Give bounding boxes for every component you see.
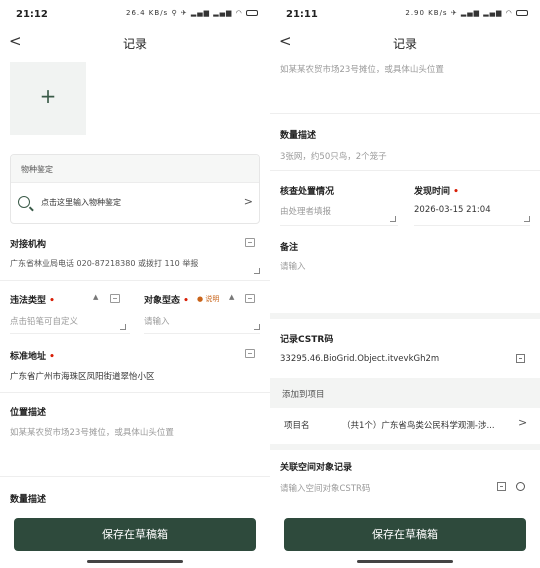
triangle-icon: ▲ — [93, 293, 99, 301]
remark-field[interactable]: 请输入 — [280, 260, 306, 272]
divider — [144, 333, 260, 334]
species-input[interactable]: 点击这里输入物种鉴定 — [41, 197, 121, 208]
divider — [414, 225, 530, 226]
project-header: 添加到项目 — [282, 390, 325, 400]
status-bar: 21:11 2.90 KB/s ✈ ▂▄▆ ▂▄▆ ◠ — [270, 0, 540, 28]
quantity-label: 数量描述 — [10, 495, 47, 505]
check-field[interactable]: 由处理者填报 — [280, 205, 331, 217]
home-indicator — [357, 560, 453, 563]
section-gap — [270, 444, 540, 450]
location-field[interactable]: 如某某农贸市场23号摊位，或具体山头位置 — [280, 63, 444, 75]
spatial-label: 关联空间对象记录 — [280, 463, 353, 473]
species-header: 物种鉴定 — [11, 155, 259, 183]
triangle-icon: ▲ — [229, 293, 235, 301]
edit-icon[interactable] — [245, 294, 255, 303]
found-time-field[interactable]: 2026-03-15 21:04 — [414, 205, 491, 215]
std-address-field[interactable]: 广东省广州市海珠区凤阳街道翠怡小区 — [10, 370, 155, 382]
divider — [280, 225, 398, 226]
edit-icon[interactable] — [110, 294, 120, 303]
note-badge[interactable]: ● 说明 — [197, 294, 219, 304]
location-label: 位置描述 — [10, 408, 47, 418]
agency-field[interactable]: 广东省林业局电话 020-87218380 或拨打 110 举报 — [10, 258, 198, 269]
object-state-field[interactable]: 请输入 — [144, 315, 170, 327]
scan-icon[interactable] — [497, 482, 506, 491]
object-state-label: 对象型态 • — [144, 296, 189, 306]
status-time: 21:11 — [286, 9, 318, 20]
status-icons: 26.4 KB/s ⚲ ✈ ▂▄▆ ▂▄▆ ◠ — [126, 9, 258, 17]
battery-icon — [516, 10, 528, 16]
page-title: 记录 — [122, 37, 147, 51]
project-value[interactable]: （共1个）广东省鸟类公民科学观测-涉... — [342, 419, 495, 431]
save-draft-button[interactable]: 保存在草稿箱 — [284, 518, 526, 551]
resize-handle-icon — [524, 216, 530, 222]
std-address-label: 标准地址 • — [10, 352, 55, 362]
resize-handle-icon — [254, 324, 260, 330]
found-time-label: 发现时间 • — [414, 187, 459, 197]
copy-icon[interactable] — [516, 354, 525, 363]
page-title: 记录 — [392, 37, 417, 51]
species-card: 物种鉴定 点击这里输入物种鉴定 > — [10, 154, 260, 224]
right-screen: 21:11 2.90 KB/s ✈ ▂▄▆ ▂▄▆ ◠ < 记录 如某某农贸市场… — [270, 0, 540, 568]
chevron-right-icon[interactable]: > — [244, 195, 253, 208]
plus-icon: + — [39, 84, 57, 108]
edit-icon[interactable] — [245, 349, 255, 358]
nav-bar: < 记录 — [270, 30, 540, 54]
section-gap — [270, 313, 540, 319]
divider — [270, 113, 540, 114]
project-label: 项目名 — [284, 421, 310, 431]
location-field[interactable]: 如某某农贸市场23号摊位，或具体山头位置 — [10, 426, 174, 438]
save-draft-button[interactable]: 保存在草稿箱 — [14, 518, 256, 551]
resize-handle-icon — [254, 268, 260, 274]
divider — [10, 333, 130, 334]
divider — [0, 392, 270, 393]
quantity-field[interactable]: 3张网，约50只鸟，2个笼子 — [280, 150, 387, 162]
status-time: 21:12 — [16, 9, 48, 20]
violation-field[interactable]: 点击铅笔可自定义 — [10, 315, 78, 327]
status-bar: 21:12 26.4 KB/s ⚲ ✈ ▂▄▆ ▂▄▆ ◠ — [0, 0, 270, 28]
check-label: 核查处置情况 — [280, 187, 335, 197]
divider — [0, 476, 270, 477]
home-indicator — [87, 560, 183, 563]
agency-label: 对接机构 — [10, 240, 47, 250]
divider — [270, 170, 540, 171]
violation-label: 违法类型 • — [10, 296, 55, 306]
resize-handle-icon — [390, 216, 396, 222]
left-screen: 21:12 26.4 KB/s ⚲ ✈ ▂▄▆ ▂▄▆ ◠ < 记录 + 物种鉴… — [0, 0, 270, 568]
spatial-field[interactable]: 请输入空间对象CSTR码 — [280, 482, 370, 494]
cstr-value: 33295.46.BioGrid.Object.itvevkGh2m — [280, 354, 440, 364]
divider — [0, 280, 270, 281]
battery-icon — [246, 10, 258, 16]
add-photo-button[interactable]: + — [10, 62, 86, 135]
chevron-right-icon[interactable]: > — [518, 416, 527, 429]
nav-bar: < 记录 — [0, 30, 270, 54]
quantity-label: 数量描述 — [280, 131, 317, 141]
status-icons: 2.90 KB/s ✈ ▂▄▆ ▂▄▆ ◠ — [405, 9, 528, 17]
species-header-label: 物种鉴定 — [21, 165, 53, 174]
search-icon[interactable] — [516, 482, 525, 491]
resize-handle-icon — [120, 324, 126, 330]
edit-icon[interactable] — [245, 238, 255, 247]
search-icon — [18, 196, 30, 208]
cstr-label: 记录CSTR码 — [280, 335, 334, 345]
remark-label: 备注 — [280, 243, 299, 253]
